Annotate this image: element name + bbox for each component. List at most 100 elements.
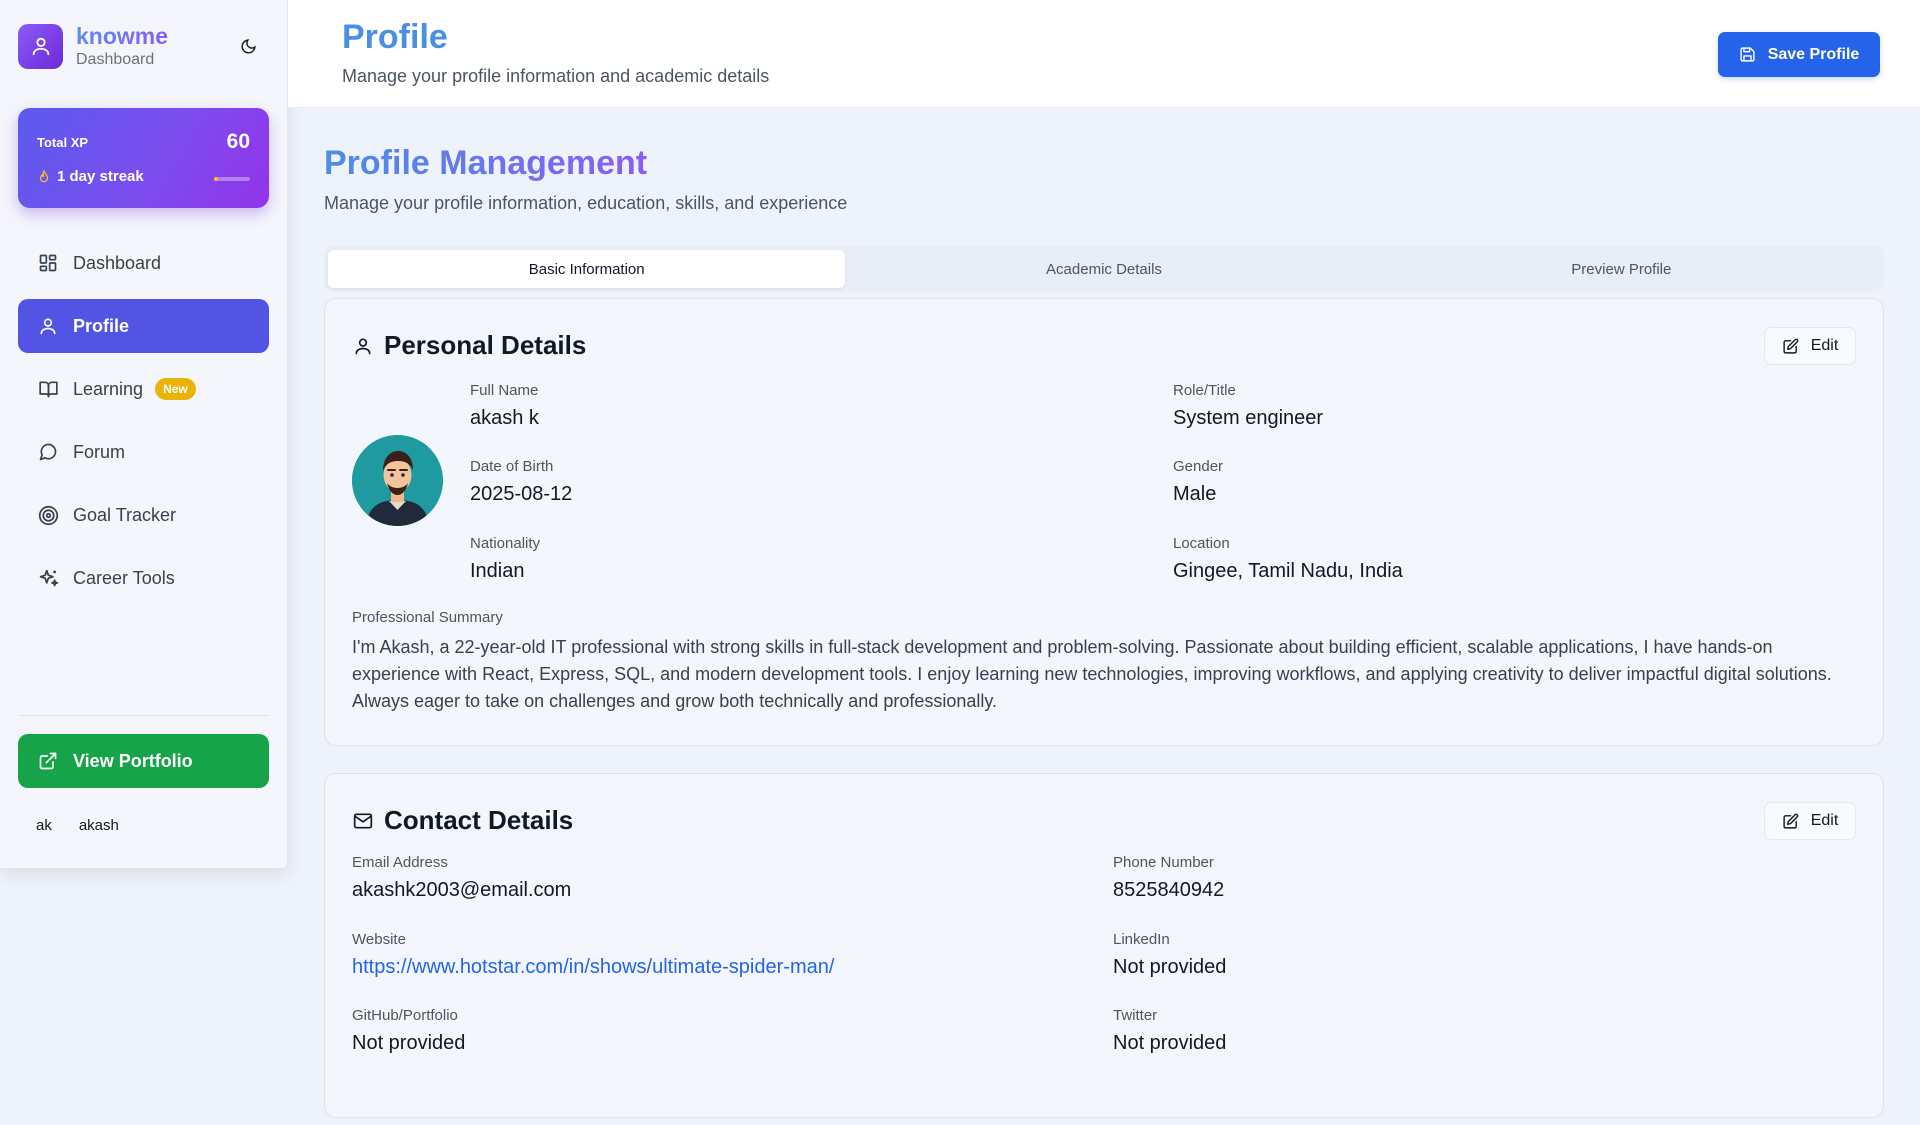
gender-field: Gender Male — [1173, 458, 1223, 506]
sidebar-item-label: Goal Tracker — [73, 504, 177, 525]
brand-name: knowme — [76, 23, 169, 49]
target-icon — [37, 504, 59, 526]
field-value: System engineer — [1173, 407, 1324, 429]
summary-text: I'm Akash, a 22-year-old IT professional… — [352, 637, 1832, 711]
xp-progress-fill — [214, 177, 218, 181]
streak-text: 1 day streak — [57, 168, 144, 185]
field-value: 2025-08-12 — [470, 483, 573, 505]
chat-bubble-icon — [37, 441, 59, 463]
xp-value: 60 — [226, 130, 250, 153]
mail-icon — [352, 810, 374, 832]
moon-icon[interactable] — [236, 34, 260, 58]
tab-academic-details[interactable]: Academic Details — [845, 250, 1362, 288]
field-value: Not provided — [1113, 956, 1227, 978]
field-value: Indian — [470, 560, 525, 582]
nationality-field: Nationality Indian — [470, 535, 540, 583]
section-subtitle: Manage your profile information, educati… — [324, 193, 848, 213]
xp-card: Total XP 60 1 day streak — [18, 108, 269, 208]
sparkle-icon — [37, 567, 59, 589]
profile-avatar[interactable] — [352, 435, 443, 526]
field-value: Not provided — [352, 1032, 466, 1054]
sidebar-divider — [18, 715, 269, 716]
sidebar-nav: Dashboard Profile Learning New Forum Goa… — [18, 236, 269, 614]
edit-label: Edit — [1810, 812, 1839, 829]
user-icon — [352, 335, 374, 357]
sidebar-item-goal-tracker[interactable]: Goal Tracker — [18, 488, 269, 542]
user-profile-row[interactable]: ak akash — [36, 817, 119, 834]
edit-pencil-icon — [1782, 338, 1799, 355]
date-of-birth-field: Date of Birth 2025-08-12 — [470, 458, 572, 506]
field-label: GitHub/Portfolio — [352, 1007, 458, 1024]
field-label: Nationality — [470, 535, 541, 552]
field-label: Professional Summary — [352, 609, 503, 626]
profile-tabs: Basic Information Academic Details Previ… — [324, 246, 1884, 292]
website-field: Website https://www.hotstar.com/in/shows… — [352, 931, 834, 979]
field-value: Gingee, Tamil Nadu, India — [1173, 560, 1403, 582]
personal-details-card: Personal Details Edit Full Name akash k … — [324, 298, 1884, 746]
save-profile-button[interactable]: Save Profile — [1718, 32, 1880, 77]
field-label: Gender — [1173, 458, 1224, 475]
field-label: Phone Number — [1113, 854, 1214, 871]
brand: knowme Dashboard — [18, 23, 270, 69]
sidebar-item-label: Dashboard — [73, 252, 162, 273]
tab-preview-profile[interactable]: Preview Profile — [1363, 250, 1880, 288]
dashboard-grid-icon — [37, 252, 59, 274]
phone-field: Phone Number 8525840942 — [1113, 854, 1224, 902]
field-value: Not provided — [1113, 1032, 1227, 1054]
twitter-field: Twitter Not provided — [1113, 1007, 1226, 1055]
field-label: Website — [352, 931, 406, 948]
book-icon — [37, 378, 59, 400]
contact-details-header: Contact Details — [352, 805, 573, 836]
tab-basic-information[interactable]: Basic Information — [328, 250, 846, 288]
linkedin-field: LinkedIn Not provided — [1113, 931, 1226, 979]
new-badge: New — [155, 378, 196, 400]
sidebar-item-career-tools[interactable]: Career Tools — [18, 551, 269, 605]
field-label: LinkedIn — [1113, 931, 1170, 948]
page-subtitle: Manage your profile information and acad… — [342, 66, 770, 86]
edit-personal-button[interactable]: Edit — [1764, 327, 1856, 365]
avatar-initials: ak — [36, 817, 52, 834]
xp-label: Total XP — [37, 135, 89, 150]
field-label: Twitter — [1113, 1007, 1158, 1024]
sidebar-item-label: Profile — [73, 315, 130, 336]
sidebar-item-learning[interactable]: Learning New — [18, 362, 269, 416]
brand-logo-icon[interactable] — [18, 23, 63, 69]
external-link-icon — [37, 750, 59, 772]
page-title: Profile — [342, 18, 448, 56]
sidebar-item-label: Learning — [73, 378, 144, 399]
sidebar-item-forum[interactable]: Forum — [18, 425, 269, 479]
field-value: 8525840942 — [1113, 879, 1225, 901]
edit-contact-button[interactable]: Edit — [1764, 802, 1856, 840]
user-name: akash — [78, 817, 119, 834]
save-disk-icon — [1739, 46, 1756, 63]
contact-details-card: Contact Details Edit Email Address akash… — [324, 773, 1884, 1118]
streak: 1 day streak — [37, 168, 144, 185]
brand-subtitle: Dashboard — [76, 51, 155, 68]
sidebar: knowme Dashboard Total XP 60 1 day strea… — [0, 0, 288, 868]
edit-pencil-icon — [1782, 813, 1799, 830]
sidebar-item-dashboard[interactable]: Dashboard — [18, 236, 269, 290]
field-value: akash k — [470, 407, 539, 429]
website-link[interactable]: https://www.hotstar.com/in/shows/ultimat… — [352, 956, 834, 979]
full-name-field: Full Name akash k — [470, 382, 539, 430]
save-profile-label: Save Profile — [1767, 45, 1860, 63]
github-field: GitHub/Portfolio Not provided — [352, 1007, 465, 1055]
field-label: Date of Birth — [470, 458, 554, 475]
sidebar-item-label: Career Tools — [73, 567, 175, 588]
xp-progress-bar — [214, 177, 250, 181]
user-icon — [37, 315, 59, 337]
sidebar-item-profile[interactable]: Profile — [18, 299, 269, 353]
email-field: Email Address akashk2003@email.com — [352, 854, 571, 902]
card-title: Contact Details — [384, 805, 574, 835]
app-root: knowme Dashboard Total XP 60 1 day strea… — [0, 0, 1920, 1125]
card-title: Personal Details — [384, 330, 587, 360]
location-field: Location Gingee, Tamil Nadu, India — [1173, 535, 1403, 583]
professional-summary: Professional Summary I'm Akash, a 22-yea… — [352, 609, 1852, 715]
top-header: Profile Manage your profile information … — [288, 0, 1920, 108]
personal-details-header: Personal Details — [352, 330, 586, 361]
section-title: Profile Management — [324, 144, 648, 182]
field-label: Email Address — [352, 854, 448, 871]
field-label: Location — [1173, 535, 1230, 552]
view-portfolio-button[interactable]: View Portfolio — [18, 734, 269, 788]
flame-icon — [37, 169, 51, 185]
